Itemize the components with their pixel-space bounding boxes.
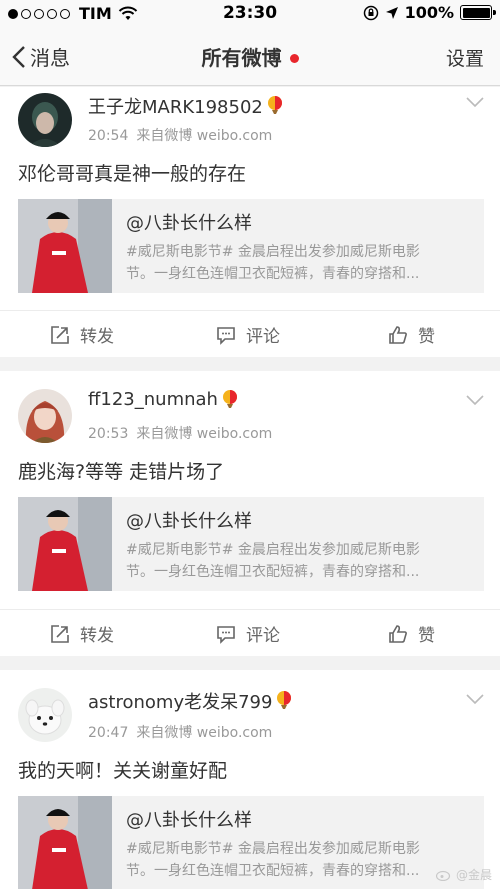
unread-dot-icon bbox=[289, 53, 299, 63]
repost-button[interactable]: 转发 bbox=[50, 621, 114, 646]
page-title: 所有微博 bbox=[0, 42, 500, 71]
quoted-description: #威尼斯电影节# 金晨启程出发参加威尼斯电影 节。一身红色连帽卫衣配短裤，青春的… bbox=[126, 241, 476, 285]
username-text: ff123_numnah bbox=[88, 389, 218, 410]
quoted-username: @八卦长什么样 bbox=[126, 511, 252, 532]
repost-icon bbox=[51, 624, 69, 643]
post-text: 邓伦哥哥真是神一般的存在 bbox=[18, 163, 247, 185]
username-text: 王子龙MARK198502 bbox=[88, 97, 263, 118]
battery-icon bbox=[460, 5, 496, 20]
quoted-line-1: #威尼斯电影节# 金晨启程出发参加威尼斯电影 bbox=[126, 542, 420, 558]
action-bar: 转发 评论 赞 bbox=[0, 609, 500, 655]
avatar[interactable] bbox=[18, 688, 72, 742]
post-card: 王子龙MARK198502 20:54 来自微博 weibo.com 邓伦哥哥真是… bbox=[0, 87, 500, 357]
comment-icon bbox=[217, 326, 235, 345]
post-source: 来自微博 weibo.com bbox=[136, 128, 273, 144]
like-icon bbox=[389, 325, 407, 344]
settings-button[interactable]: 设置 bbox=[446, 44, 484, 71]
location-arrow-icon bbox=[385, 6, 398, 19]
username[interactable]: astronomy老发呆799 bbox=[88, 688, 292, 714]
status-right: 100% bbox=[363, 3, 496, 22]
post-meta: 20:54 来自微博 weibo.com bbox=[88, 125, 272, 145]
vip-balloon-icon bbox=[277, 691, 292, 709]
post-meta: 20:53 来自微博 weibo.com bbox=[88, 423, 272, 443]
avatar[interactable] bbox=[18, 93, 72, 147]
post-card: ff123_numnah 20:53 来自微博 weibo.com 鹿兆海?等等 … bbox=[0, 371, 500, 656]
repost-label: 转发 bbox=[80, 327, 114, 347]
quoted-post[interactable]: @八卦长什么样 #威尼斯电影节# 金晨启程出发参加威尼斯电影 节。一身红色连帽卫… bbox=[18, 796, 484, 889]
username[interactable]: 王子龙MARK198502 bbox=[88, 93, 283, 119]
quoted-thumbnail bbox=[18, 796, 112, 889]
username-text: astronomy老发呆799 bbox=[88, 692, 273, 713]
like-button[interactable]: 赞 bbox=[388, 322, 435, 347]
quoted-line-1: #威尼斯电影节# 金晨启程出发参加威尼斯电影 bbox=[126, 244, 420, 260]
post-source: 来自微博 weibo.com bbox=[136, 426, 273, 442]
like-label: 赞 bbox=[418, 327, 435, 347]
vip-balloon-icon bbox=[267, 96, 282, 114]
quoted-thumbnail bbox=[18, 497, 112, 591]
comment-label: 评论 bbox=[246, 626, 280, 646]
quoted-description: #威尼斯电影节# 金晨启程出发参加威尼斯电影 节。一身红色连帽卫衣配短裤，青春的… bbox=[126, 539, 476, 583]
repost-label: 转发 bbox=[80, 626, 114, 646]
dropdown-chevron-icon[interactable] bbox=[466, 97, 484, 109]
quoted-username: @八卦长什么样 bbox=[126, 810, 252, 831]
comment-label: 评论 bbox=[246, 327, 280, 347]
quoted-line-1: #威尼斯电影节# 金晨启程出发参加威尼斯电影 bbox=[126, 841, 420, 857]
quoted-line-2: 节。一身红色连帽卫衣配短裤，青春的穿搭和... bbox=[126, 863, 420, 879]
like-icon bbox=[389, 624, 407, 643]
repost-button[interactable]: 转发 bbox=[50, 322, 114, 347]
post-source: 来自微博 weibo.com bbox=[136, 725, 273, 741]
watermark: @金晨 bbox=[435, 866, 492, 883]
avatar[interactable] bbox=[18, 389, 72, 443]
username[interactable]: ff123_numnah bbox=[88, 389, 238, 410]
nav-bar: 消息 所有微博 设置 bbox=[0, 28, 500, 86]
post-card: astronomy老发呆799 20:47 来自微博 weibo.com 我的天啊… bbox=[0, 670, 500, 889]
quoted-line-2: 节。一身红色连帽卫衣配短裤，青春的穿搭和... bbox=[126, 564, 420, 580]
quoted-post[interactable]: @八卦长什么样 #威尼斯电影节# 金晨启程出发参加威尼斯电影 节。一身红色连帽卫… bbox=[18, 497, 484, 591]
battery-percent: 100% bbox=[404, 3, 454, 22]
weibo-logo-icon bbox=[435, 870, 451, 881]
quoted-description: #威尼斯电影节# 金晨启程出发参加威尼斯电影 节。一身红色连帽卫衣配短裤，青春的… bbox=[126, 838, 476, 882]
quoted-post[interactable]: @八卦长什么样 #威尼斯电影节# 金晨启程出发参加威尼斯电影 节。一身红色连帽卫… bbox=[18, 199, 484, 293]
post-time: 20:47 bbox=[88, 725, 129, 741]
quoted-username: @八卦长什么样 bbox=[126, 213, 252, 234]
repost-icon bbox=[51, 325, 69, 344]
dropdown-chevron-icon[interactable] bbox=[466, 694, 484, 706]
comment-button[interactable]: 评论 bbox=[216, 621, 280, 646]
comment-icon bbox=[217, 625, 235, 644]
post-text: 鹿兆海?等等 走错片场了 bbox=[18, 461, 225, 483]
post-meta: 20:47 来自微博 weibo.com bbox=[88, 722, 272, 742]
post-time: 20:54 bbox=[88, 128, 129, 144]
comment-button[interactable]: 评论 bbox=[216, 322, 280, 347]
post-time: 20:53 bbox=[88, 426, 129, 442]
like-button[interactable]: 赞 bbox=[388, 621, 435, 646]
page-title-text: 所有微博 bbox=[201, 46, 282, 70]
quoted-line-2: 节。一身红色连帽卫衣配短裤，青春的穿搭和... bbox=[126, 266, 420, 282]
post-text: 我的天啊！关关谢童好配 bbox=[18, 760, 228, 782]
like-label: 赞 bbox=[418, 626, 435, 646]
status-bar: TIM 23:30 100% bbox=[0, 0, 500, 28]
dropdown-chevron-icon[interactable] bbox=[466, 395, 484, 407]
quoted-thumbnail bbox=[18, 199, 112, 293]
action-bar: 转发 评论 赞 bbox=[0, 310, 500, 356]
watermark-text: @金晨 bbox=[455, 868, 492, 882]
lock-rotation-icon bbox=[363, 5, 378, 20]
vip-balloon-icon bbox=[222, 389, 237, 408]
